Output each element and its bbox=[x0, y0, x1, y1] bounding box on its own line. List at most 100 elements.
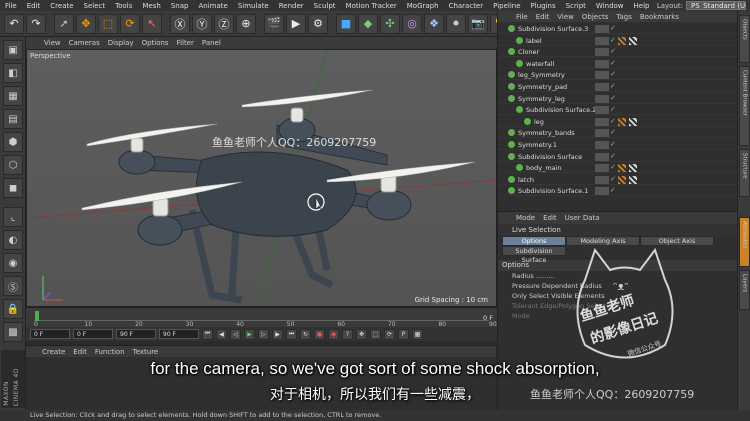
scale-icon[interactable]: ⬚ bbox=[98, 13, 118, 34]
object-row[interactable]: Subdivision Surface ✓ bbox=[498, 152, 738, 162]
max-frame-field[interactable]: 90 F bbox=[159, 329, 199, 339]
make-editable-icon[interactable]: ▣ bbox=[3, 40, 23, 60]
workplane-icon[interactable]: ▤ bbox=[3, 109, 23, 129]
viewport-menu-options[interactable]: Options bbox=[138, 39, 173, 47]
array-icon[interactable]: ✣ bbox=[380, 13, 400, 34]
object-row[interactable]: Cloner ✓ bbox=[498, 47, 738, 58]
planar-workplane-icon[interactable]: ▩ bbox=[3, 322, 23, 342]
object-row[interactable]: Subdivision Surface.3 ✓ bbox=[498, 24, 738, 34]
enabled-check-icon[interactable]: ✓ bbox=[610, 152, 616, 160]
timeline-track[interactable]: 0 10 20 30 40 50 60 70 80 90 bbox=[34, 311, 497, 328]
menu-mograph[interactable]: MoGraph bbox=[402, 2, 444, 10]
texture-tag-icon[interactable] bbox=[629, 175, 637, 184]
goto-end-icon[interactable]: ⏭ bbox=[286, 328, 297, 340]
move-icon[interactable]: ✥ bbox=[76, 13, 96, 34]
enabled-check-icon[interactable]: ✓ bbox=[610, 70, 616, 78]
menu-script[interactable]: Script bbox=[561, 2, 591, 10]
live-selection-icon[interactable]: ➚ bbox=[54, 13, 74, 34]
next-frame-icon[interactable]: ▷ bbox=[258, 328, 269, 340]
play-icon[interactable]: ▶ bbox=[244, 328, 255, 340]
visibility-toggle[interactable] bbox=[595, 152, 609, 161]
layout-dropdown[interactable]: PS_Standard (User) bbox=[686, 1, 746, 10]
loop-icon[interactable]: ↻ bbox=[300, 328, 311, 340]
model-mode-icon[interactable]: ◧ bbox=[3, 63, 23, 83]
visibility-toggle[interactable] bbox=[595, 106, 609, 115]
menu-render[interactable]: Render bbox=[274, 2, 309, 10]
environment-icon[interactable]: ⚫ bbox=[446, 13, 466, 34]
side-tab-objects[interactable]: Objects bbox=[739, 15, 750, 63]
material-tag-icon[interactable] bbox=[618, 117, 626, 126]
object-row[interactable]: waterfall ✓ bbox=[498, 59, 738, 69]
edges-mode-icon[interactable]: ⬡ bbox=[3, 155, 23, 175]
y-axis-icon[interactable]: Ⓨ bbox=[192, 13, 212, 34]
material-tag-icon[interactable] bbox=[618, 36, 626, 45]
object-menu-view[interactable]: View bbox=[553, 13, 578, 21]
menu-character[interactable]: Character bbox=[444, 2, 489, 10]
enabled-check-icon[interactable]: ✓ bbox=[610, 128, 616, 136]
object-row[interactable]: Symmetry_pad ✓ bbox=[498, 82, 738, 92]
visibility-toggle[interactable] bbox=[595, 175, 609, 184]
prev-frame-icon[interactable]: ◁ bbox=[230, 328, 241, 340]
object-row[interactable]: latch ✓ bbox=[498, 175, 738, 185]
side-tab-attributes[interactable]: Attributes bbox=[739, 217, 750, 267]
menu-simulate[interactable]: Simulate bbox=[233, 2, 274, 10]
subdivision-surface-icon[interactable]: ◆ bbox=[358, 13, 378, 34]
object-menu-edit[interactable]: Edit bbox=[532, 13, 554, 21]
timeline-playhead[interactable] bbox=[35, 311, 39, 321]
object-row[interactable]: Subdivision Surface.1 ✓ bbox=[498, 186, 738, 197]
material-tag-icon[interactable] bbox=[618, 164, 626, 173]
object-menu-tags[interactable]: Tags bbox=[612, 13, 636, 21]
texture-tag-icon[interactable] bbox=[629, 164, 637, 173]
texture-tag-icon[interactable] bbox=[629, 117, 637, 126]
end-frame-field[interactable]: 90 F bbox=[116, 329, 156, 339]
menu-window[interactable]: Window bbox=[591, 2, 629, 10]
visibility-toggle[interactable] bbox=[595, 187, 609, 196]
enabled-check-icon[interactable]: ✓ bbox=[610, 186, 616, 194]
object-row[interactable]: leg_Symmetry ✓ bbox=[498, 70, 738, 81]
menu-mesh[interactable]: Mesh bbox=[137, 2, 165, 10]
menu-snap[interactable]: Snap bbox=[166, 2, 194, 10]
enabled-check-icon[interactable]: ✓ bbox=[610, 94, 616, 102]
position-key-icon[interactable]: ✥ bbox=[356, 328, 367, 340]
snap-icon[interactable]: Ⓢ bbox=[3, 276, 23, 296]
material-menu-function[interactable]: Function bbox=[91, 348, 129, 356]
camera-icon[interactable]: 📷 bbox=[468, 13, 488, 34]
menu-select[interactable]: Select bbox=[79, 2, 111, 10]
menu-create[interactable]: Create bbox=[45, 2, 78, 10]
visibility-toggle[interactable] bbox=[595, 164, 609, 173]
attribute-menu-mode[interactable]: Mode bbox=[512, 214, 539, 222]
menu-file[interactable]: File bbox=[0, 2, 22, 10]
visibility-toggle[interactable] bbox=[595, 94, 609, 103]
world-coordinate-icon[interactable]: ⊕ bbox=[236, 13, 256, 34]
menu-plugins[interactable]: Plugins bbox=[526, 2, 561, 10]
texture-mode-icon[interactable]: ▦ bbox=[3, 86, 23, 106]
prev-key-icon[interactable]: ◀ bbox=[216, 328, 227, 340]
material-menu-create[interactable]: Create bbox=[38, 348, 69, 356]
axis-mode-icon[interactable]: ⌞ bbox=[3, 207, 23, 227]
points-mode-icon[interactable]: ⬢ bbox=[3, 132, 23, 152]
next-key-icon[interactable]: ▶ bbox=[272, 328, 283, 340]
material-menu-texture[interactable]: Texture bbox=[129, 348, 163, 356]
menu-sculpt[interactable]: Sculpt bbox=[309, 2, 341, 10]
menu-motion-tracker[interactable]: Motion Tracker bbox=[341, 2, 402, 10]
enabled-check-icon[interactable]: ✓ bbox=[610, 105, 616, 113]
texture-tag-icon[interactable] bbox=[629, 36, 637, 45]
keyframe-selection-icon[interactable]: ? bbox=[342, 328, 353, 340]
visibility-toggle[interactable] bbox=[595, 83, 609, 91]
menu-help[interactable]: Help bbox=[629, 2, 655, 10]
enabled-check-icon[interactable]: ✓ bbox=[610, 36, 616, 44]
material-tag-icon[interactable] bbox=[618, 175, 626, 184]
material-menu-edit[interactable]: Edit bbox=[69, 348, 91, 356]
object-row[interactable]: Symmetry_leg ✓ bbox=[498, 94, 738, 104]
viewport-menu-display[interactable]: Display bbox=[104, 39, 138, 47]
autokey-icon[interactable]: ◉ bbox=[328, 328, 339, 340]
menu-pipeline[interactable]: Pipeline bbox=[488, 2, 525, 10]
visibility-toggle[interactable] bbox=[595, 25, 609, 33]
spline-icon[interactable]: ◎ bbox=[402, 13, 422, 34]
side-tab-content-browser[interactable]: Content Browser bbox=[739, 66, 750, 146]
visibility-toggle[interactable] bbox=[595, 59, 609, 68]
scale-key-icon[interactable]: ⬚ bbox=[370, 328, 381, 340]
viewport-menu-panel[interactable]: Panel bbox=[198, 39, 225, 47]
enabled-check-icon[interactable]: ✓ bbox=[610, 175, 616, 183]
viewport-menu-filter[interactable]: Filter bbox=[173, 39, 198, 47]
